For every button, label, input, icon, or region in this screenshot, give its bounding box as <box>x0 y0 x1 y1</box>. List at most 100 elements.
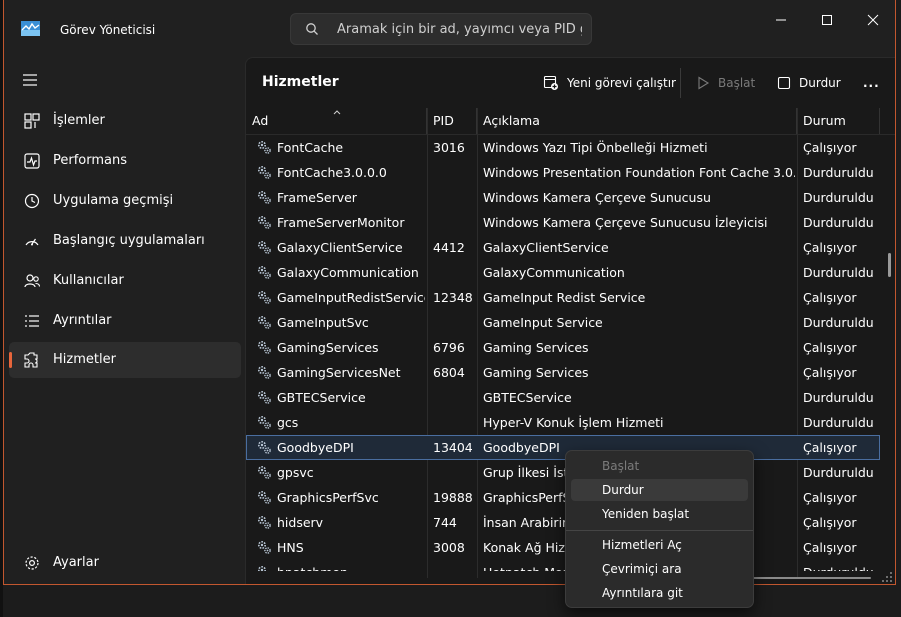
service-gear-icon <box>257 515 271 529</box>
hamburger-menu-icon[interactable] <box>21 72 39 88</box>
sidebar-item-details[interactable]: Ayrıntılar <box>9 303 241 339</box>
table-row[interactable]: FontCache3.0.0.0 Windows Presentation Fou… <box>246 160 880 185</box>
sidebar-item-users[interactable]: Kullanıcılar <box>9 263 241 299</box>
context-menu-item-start[interactable]: Başlat <box>571 455 748 477</box>
sidebar-item-startup-apps[interactable]: Başlangıç uygulamaları <box>9 223 241 259</box>
close-button[interactable] <box>850 6 895 34</box>
minimize-button[interactable] <box>758 6 804 34</box>
cell-status: Durduruldu <box>803 415 874 430</box>
cell-description: Hyper-V Konuk İşlem Hizmeti <box>483 415 664 430</box>
settings-label: Ayarlar <box>53 555 99 570</box>
sidebar-item-label: Hizmetler <box>53 352 116 367</box>
sidebar-item-label: Performans <box>53 153 128 168</box>
cell-name: GoodbyeDPI <box>277 440 354 455</box>
startup-icon <box>25 238 39 246</box>
service-gear-icon <box>257 240 271 254</box>
cell-description: GalaxyCommunication <box>483 265 625 280</box>
cell-name: HNS <box>277 540 304 555</box>
context-menu-item-search-online[interactable]: Çevrimiçi ara <box>571 558 748 580</box>
cell-pid: 13404 <box>433 440 473 455</box>
horizontal-scrollbar-thumb[interactable] <box>751 577 871 579</box>
cell-name: FontCache <box>277 140 344 155</box>
context-menu-item-open-services[interactable]: Hizmetleri Aç <box>571 534 748 556</box>
service-gear-icon <box>257 140 271 154</box>
table-row[interactable]: gpsvc Grup İlkesi İste Durduruldu <box>246 460 880 485</box>
vertical-scrollbar-thumb[interactable] <box>888 253 891 277</box>
table-row[interactable]: GoodbyeDPI 13404 GoodbyeDPI Çalışıyor <box>246 435 880 460</box>
table-row[interactable]: FrameServerMonitor Windows Kamera Çerçeve… <box>246 210 880 235</box>
maximize-button[interactable] <box>804 6 850 34</box>
table-row[interactable]: GameInputRedistService 12348 GameInput Red… <box>246 285 880 310</box>
table-row[interactable]: hpatchmonHotpatch MonDurduruldu <box>246 560 880 571</box>
run-new-task-button[interactable]: Yeni görevi çalıştır <box>543 73 676 93</box>
cell-name: hpatchmon <box>277 560 425 571</box>
service-gear-icon <box>257 265 271 279</box>
sidebar-item-services[interactable]: Hizmetler <box>9 342 241 378</box>
cell-status: Durduruldu <box>803 560 880 571</box>
context-menu-item-stop[interactable]: Durdur <box>571 479 748 501</box>
service-gear-icon <box>257 340 271 354</box>
table-row[interactable]: GalaxyCommunication GalaxyCommunication Du… <box>246 260 880 285</box>
cell-pid <box>433 460 477 485</box>
cell-status: Durduruldu <box>803 315 874 330</box>
search-input[interactable]: Aramak için bir ad, yayımcı veya PID g..… <box>290 13 592 45</box>
cell-description: GalaxyClientService <box>483 240 609 255</box>
context-menu-separator <box>566 530 753 531</box>
table-row[interactable]: GameInputSvc GameInput Service Durduruldu <box>246 310 880 335</box>
service-gear-icon <box>257 465 271 479</box>
cell-status: Durduruldu <box>803 390 874 405</box>
resize-grip-icon[interactable] <box>881 571 893 583</box>
cell-name: GamingServicesNet <box>277 365 401 380</box>
stop-button[interactable]: Durdur <box>777 73 841 93</box>
service-gear-icon <box>257 190 271 204</box>
cell-name: GraphicsPerfSvc <box>277 490 379 505</box>
sidebar-item-label: Kullanıcılar <box>53 273 124 288</box>
column-header-name[interactable]: Ad <box>246 108 427 134</box>
close-icon <box>867 14 879 26</box>
cell-status: Çalışıyor <box>803 490 857 505</box>
sidebar-item-performance[interactable]: Performans <box>9 143 241 179</box>
cell-name: FontCache3.0.0.0 <box>277 165 387 180</box>
table-row[interactable]: GraphicsPerfSvc 19888 GraphicsPerfSv Çalışı… <box>246 485 880 510</box>
cell-pid <box>433 410 477 435</box>
services-icon <box>24 352 38 368</box>
stop-label: Durdur <box>799 76 841 90</box>
context-menu-item-go-to-details[interactable]: Ayrıntılara git <box>571 582 748 604</box>
cell-status: Durduruldu <box>803 265 874 280</box>
column-header-pid[interactable]: PID <box>427 108 477 134</box>
cell-pid <box>433 560 477 571</box>
cell-description: GBTECService <box>483 390 572 405</box>
table-row[interactable]: FrameServer Windows Kamera Çerçeve Sunucu… <box>246 185 880 210</box>
window-title: Görev Yöneticisi <box>60 23 156 37</box>
table-row[interactable]: FontCache 3016 Windows Yazı Tipi Önbelleği… <box>246 135 880 160</box>
maximize-icon <box>822 15 832 25</box>
start-button[interactable]: Başlat <box>696 73 755 93</box>
cell-status: Çalışıyor <box>803 140 857 155</box>
cell-pid: 6804 <box>433 365 465 380</box>
context-menu-item-restart[interactable]: Yeniden başlat <box>571 503 748 525</box>
cell-name: FrameServerMonitor <box>277 215 405 230</box>
table-row[interactable]: GBTECService GBTECService Durduruldu <box>246 385 880 410</box>
cell-status: Durduruldu <box>803 465 874 480</box>
column-header-pid-label: PID <box>433 113 454 128</box>
table-row[interactable]: gcs Hyper-V Konuk İşlem Hizmeti Durduruldu <box>246 410 880 435</box>
more-options-button[interactable]: ... <box>863 73 880 93</box>
sidebar-item-processes[interactable]: İşlemler <box>9 103 241 139</box>
table-row[interactable]: GamingServicesNet 6804 Gaming Services Çalı… <box>246 360 880 385</box>
column-header-status[interactable]: Durum <box>797 108 880 134</box>
title-bar: Görev Yöneticisi Aramak için bir ad, yay… <box>4 0 895 60</box>
cell-name: GBTECService <box>277 390 366 405</box>
table-row[interactable]: GalaxyClientService 4412 GalaxyClientServi… <box>246 235 880 260</box>
table-row[interactable]: HNS 3008 Konak Ağ Hizm Çalışıyor <box>246 535 880 560</box>
sidebar-item-app-history[interactable]: Uygulama geçmişi <box>9 183 241 219</box>
cell-status: Çalışıyor <box>803 240 857 255</box>
table-row[interactable]: hidserv 744 İnsan Arabirim Çalışıyor <box>246 510 880 535</box>
sidebar-item-settings[interactable]: Ayarlar <box>9 545 241 581</box>
run-new-task-label: Yeni görevi çalıştır <box>567 76 676 90</box>
column-header-status-label: Durum <box>803 113 846 128</box>
table-row[interactable]: GamingServices 6796 Gaming Services Çalışıy… <box>246 335 880 360</box>
sidebar-item-label: Başlangıç uygulamaları <box>53 233 205 248</box>
column-header-description[interactable]: Açıklama <box>477 108 797 134</box>
cell-status: Çalışıyor <box>803 340 857 355</box>
processes-icon <box>24 113 40 129</box>
